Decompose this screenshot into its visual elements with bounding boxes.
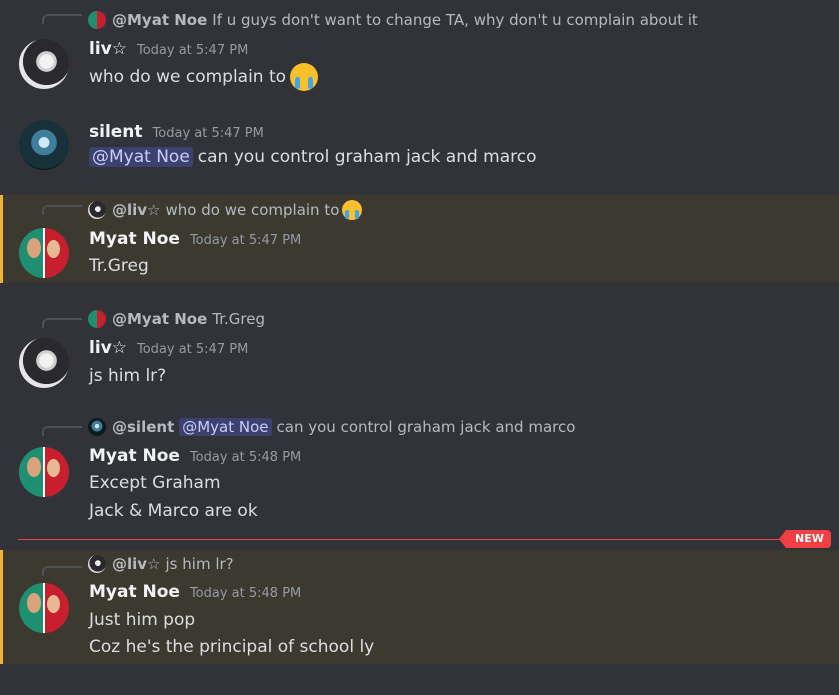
reply-author[interactable]: @Myat Noe (112, 310, 207, 328)
reply-preview[interactable]: @Myat Noe If u guys don't want to change… (88, 9, 698, 31)
timestamp: Today at 5:48 PM (189, 450, 302, 465)
reply-author[interactable]: @silent (112, 418, 174, 436)
reply-avatar (88, 201, 106, 219)
username[interactable]: Myat Noe (89, 582, 180, 602)
avatar[interactable] (19, 39, 69, 89)
timestamp: Today at 5:47 PM (136, 43, 249, 58)
reply-connector (42, 205, 82, 215)
message-group-highlighted: @liv☆ js him lr? Myat Noe Today at 5:48 … (0, 550, 839, 664)
message-text: Coz he's the principal of school ly (89, 637, 375, 657)
reply-author[interactable]: @Myat Noe (112, 11, 207, 29)
loudly-crying-face-emoji (342, 200, 363, 220)
message-text: who do we complain to (89, 67, 287, 87)
message-content: Coz he's the principal of school ly (89, 637, 374, 657)
chat-messages: @Myat Noe If u guys don't want to change… (0, 0, 839, 695)
reply-connector (42, 566, 82, 576)
reply-preview[interactable]: @liv☆ who do we complain to (88, 199, 363, 221)
message-header: silent Today at 5:47 PM (89, 122, 264, 142)
reply-mention[interactable]: @Myat Noe (179, 418, 272, 436)
reply-text[interactable]: who do we complain to (166, 201, 340, 219)
message-group-highlighted: @liv☆ who do we complain to Myat Noe Tod… (0, 195, 839, 283)
message-text: can you control graham jack and marco (197, 147, 537, 167)
reply-connector (42, 426, 82, 436)
message-group: @silent @Myat Noe can you control graham… (0, 410, 839, 535)
message-content: Tr.Greg (89, 256, 149, 276)
timestamp: Today at 5:48 PM (189, 586, 302, 601)
username[interactable]: silent (89, 122, 143, 142)
message-text: Jack & Marco are ok (89, 501, 258, 521)
message-header: liv☆ Today at 5:47 PM (89, 39, 248, 59)
reply-author[interactable]: @liv☆ (112, 555, 161, 573)
message-header: Myat Noe Today at 5:48 PM (89, 582, 301, 602)
avatar[interactable] (19, 120, 69, 170)
message-content: Jack & Marco are ok (89, 501, 258, 521)
message-content: Just him pop (89, 610, 195, 630)
message-content: @Myat Noe can you control graham jack an… (89, 147, 537, 167)
user-mention[interactable]: @Myat Noe (89, 147, 193, 167)
reply-text[interactable]: can you control graham jack and marco (277, 418, 576, 436)
timestamp: Today at 5:47 PM (136, 342, 249, 357)
avatar[interactable] (19, 583, 69, 633)
reply-author[interactable]: @liv☆ (112, 201, 161, 219)
username[interactable]: liv☆ (89, 338, 127, 358)
message-header: liv☆ Today at 5:47 PM (89, 338, 248, 358)
message-content: js him lr? (89, 366, 166, 386)
message-group: @Myat Noe If u guys don't want to change… (0, 0, 839, 105)
message-group: @Myat Noe Tr.Greg liv☆ Today at 5:47 PM … (0, 300, 839, 400)
reply-avatar (88, 11, 106, 29)
new-messages-divider (18, 539, 788, 540)
message-header: Myat Noe Today at 5:47 PM (89, 229, 301, 249)
message-text: Tr.Greg (89, 256, 149, 276)
timestamp: Today at 5:47 PM (152, 126, 264, 141)
reply-connector (42, 318, 82, 328)
message-header: Myat Noe Today at 5:48 PM (89, 446, 301, 466)
reply-preview[interactable]: @Myat Noe Tr.Greg (88, 308, 265, 330)
message-group: silent Today at 5:47 PM @Myat Noe can yo… (0, 105, 839, 195)
message-text: Except Graham (89, 473, 221, 493)
message-text: Just him pop (89, 610, 196, 630)
reply-text[interactable]: If u guys don't want to change TA, why d… (212, 11, 698, 29)
message-content: Except Graham (89, 473, 221, 493)
timestamp: Today at 5:47 PM (189, 233, 302, 248)
avatar[interactable] (19, 447, 69, 497)
reply-connector (42, 14, 82, 24)
reply-avatar (88, 555, 106, 573)
message-content: who do we complain to (89, 63, 319, 91)
loudly-crying-face-emoji[interactable] (290, 63, 319, 91)
new-messages-badge: NEW (779, 530, 831, 548)
reply-avatar (88, 310, 106, 328)
reply-text[interactable]: Tr.Greg (212, 310, 265, 328)
username[interactable]: Myat Noe (89, 229, 180, 249)
username[interactable]: liv☆ (89, 39, 127, 59)
reply-avatar (88, 418, 106, 436)
username[interactable]: Myat Noe (89, 446, 180, 466)
avatar[interactable] (19, 338, 69, 388)
reply-preview[interactable]: @liv☆ js him lr? (88, 553, 234, 575)
message-text: js him lr? (89, 366, 167, 386)
avatar[interactable] (19, 228, 69, 278)
reply-text[interactable]: js him lr? (166, 555, 234, 573)
reply-preview[interactable]: @silent @Myat Noe can you control graham… (88, 416, 575, 438)
